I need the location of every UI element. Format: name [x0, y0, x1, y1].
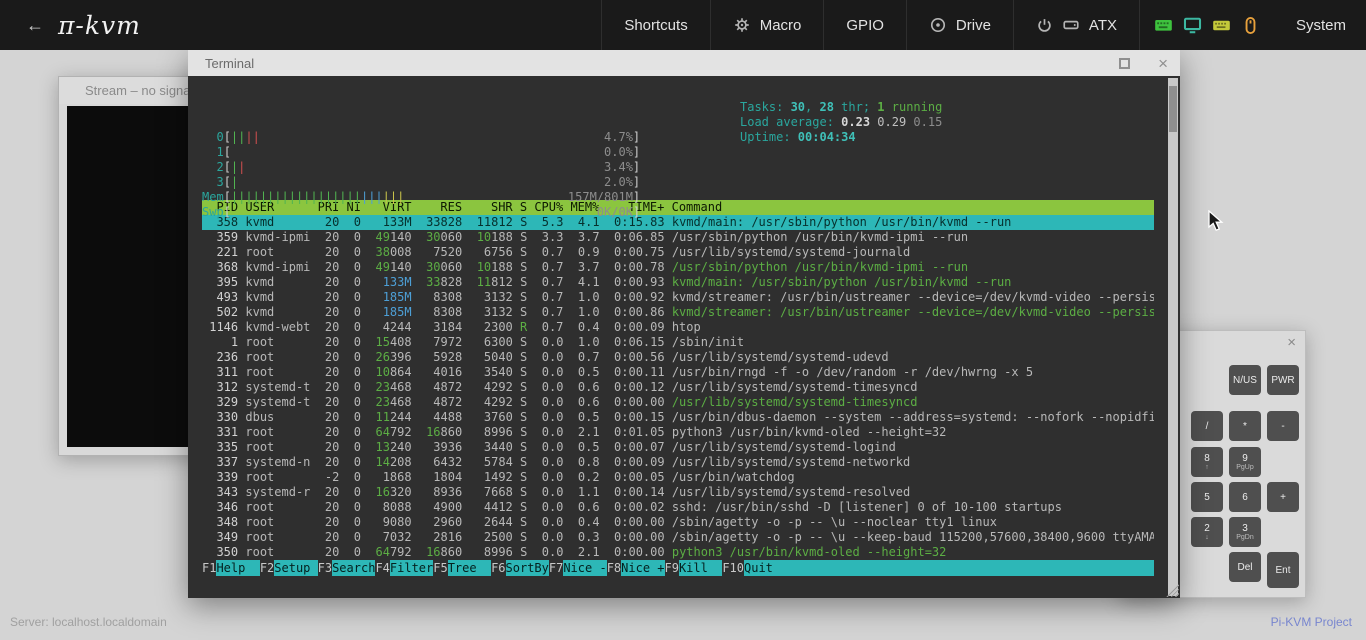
server-label: Server: localhost.localdomain [10, 615, 167, 629]
htop-header: 0[||||4.7%] 1[0.0%] 2[||3.4%] 3[|2.0%]Me… [202, 100, 1154, 190]
fkey-f6: F6 [491, 560, 505, 576]
back-arrow-icon[interactable]: ← [26, 15, 44, 36]
fkey-f8: F8 [607, 560, 621, 576]
status-indicators [1139, 0, 1274, 50]
terminal-scrollbar[interactable] [1168, 78, 1178, 596]
process-row-339: 339 root -2 0 1868 1804 1492 S 0.0 0.2 0… [202, 470, 1154, 485]
stream-window-title: Stream – no signal [85, 83, 193, 98]
keypad-key-pwr[interactable]: PWR [1267, 365, 1299, 395]
process-row-335: 335 root 20 0 13240 3936 3440 S 0.0 0.5 … [202, 440, 1154, 455]
nav-item-gpio[interactable]: GPIO [823, 0, 906, 50]
process-row-331: 331 root 20 0 64792 16860 8996 S 0.0 2.1… [202, 425, 1154, 440]
nav-label-drive: Drive [956, 17, 991, 34]
fkey-f2: F2 [260, 560, 274, 576]
process-row-343: 343 systemd-r 20 0 16320 8936 7668 S 0.0… [202, 485, 1154, 500]
keypad-key-del[interactable]: Del [1229, 552, 1261, 582]
fkey-f10: F10 [722, 560, 744, 576]
fkey-f4: F4 [375, 560, 389, 576]
process-row-337: 337 systemd-n 20 0 14208 6432 5784 S 0.0… [202, 455, 1154, 470]
htop-info-line: Uptime: 00:04:34 [740, 130, 942, 145]
nav-item-system[interactable]: System [1274, 0, 1366, 50]
process-row-349: 349 root 20 0 7032 2816 2500 S 0.0 0.3 0… [202, 530, 1154, 545]
process-row-1146: 1146 kvmd-webt 20 0 4244 3184 2300 R 0.7… [202, 320, 1154, 335]
mouse-cursor [1208, 210, 1228, 232]
fkey-f9: F9 [665, 560, 679, 576]
nav-label-macro: Macro [760, 17, 802, 34]
fkey-f5: F5 [433, 560, 447, 576]
process-row-493: 493 kvmd 20 0 185M 8308 3132 S 0.7 1.0 0… [202, 290, 1154, 305]
meter-swp: Swp[0K/0K] [202, 205, 1154, 220]
keypad-key-ent[interactable]: Ent [1267, 552, 1299, 588]
process-table-body: 358 kvmd 20 0 133M 33828 11812 S 5.3 4.1… [202, 215, 1154, 560]
keypad-key-6[interactable]: 6 [1229, 482, 1261, 512]
scrollbar-thumb[interactable] [1169, 86, 1177, 132]
process-row-346: 346 root 20 0 8088 4900 4412 S 0.0 0.6 0… [202, 500, 1154, 515]
close-icon[interactable]: × [1158, 55, 1168, 72]
htop-function-bar: F1Help F2Setup F3SearchF4FilterF5Tree F6… [202, 560, 1154, 576]
terminal-title: Terminal [205, 56, 254, 71]
keypad-key-9[interactable]: 9PgUp [1229, 447, 1261, 477]
process-row-329: 329 systemd-t 20 0 23468 4872 4292 S 0.0… [202, 395, 1154, 410]
maximize-icon[interactable] [1119, 58, 1130, 69]
keypad-key-[interactable]: * [1229, 411, 1261, 441]
htop-output: 0[||||4.7%] 1[0.0%] 2[||3.4%] 3[|2.0%]Me… [188, 76, 1180, 598]
process-row-311: 311 root 20 0 10864 4016 3540 S 0.0 0.5 … [202, 365, 1154, 380]
storage-icon [1062, 16, 1080, 34]
nav-label-atx: ATX [1089, 17, 1117, 34]
process-row-348: 348 root 20 0 9080 2960 2644 S 0.0 0.4 0… [202, 515, 1154, 530]
top-nav: ← π-kvm Shortcuts Macro GPIO Drive [0, 0, 1366, 50]
nav-menu: Shortcuts Macro GPIO Drive [601, 0, 1366, 50]
nav-left: ← π-kvm [0, 11, 141, 40]
power-icon [1036, 17, 1053, 34]
nav-item-atx[interactable]: ATX [1013, 0, 1139, 50]
htop-info-line: Load average: 0.23 0.29 0.15 [740, 115, 942, 130]
nav-item-shortcuts[interactable]: Shortcuts [601, 0, 709, 50]
keypad-key-8[interactable]: 8↑ [1191, 447, 1223, 477]
process-row-1: 1 root 20 0 15408 7972 6300 S 0.0 1.0 0:… [202, 335, 1154, 350]
terminal-window: Terminal × 0[||||4.7%] 1[0.0%] 2[||3.4%]… [188, 50, 1180, 598]
pikvm-project-link[interactable]: Pi-KVM Project [1271, 615, 1352, 629]
nav-item-macro[interactable]: Macro [710, 0, 824, 50]
meter-2: 2[||3.4%] [202, 160, 1154, 175]
keypad-key-3[interactable]: 3PgDn [1229, 517, 1261, 547]
terminal-titlebar[interactable]: Terminal × [188, 50, 1180, 76]
htop-info-line: Tasks: 30, 28 thr; 1 running [740, 100, 942, 115]
meter-mem: Mem[||||||||||||||||||||||||157M/801M] [202, 190, 1154, 205]
display-status-icon [1183, 16, 1202, 35]
meter-1: 1[0.0%] [202, 145, 1154, 160]
nav-item-drive[interactable]: Drive [906, 0, 1013, 50]
terminal-screen[interactable]: 0[||||4.7%] 1[0.0%] 2[||3.4%] 3[|2.0%]Me… [188, 76, 1180, 598]
process-row-395: 395 kvmd 20 0 133M 33828 11812 S 0.7 4.1… [202, 275, 1154, 290]
streamer-status-icon [1154, 16, 1173, 35]
keypad-key-nus[interactable]: N/US [1229, 365, 1261, 395]
nav-label-system: System [1296, 17, 1346, 34]
process-row-330: 330 dbus 20 0 11244 4488 3760 S 0.0 0.5 … [202, 410, 1154, 425]
keypad-key-[interactable]: / [1191, 411, 1223, 441]
keypad-key-5[interactable]: 5 [1191, 482, 1223, 512]
fkey-f7: F7 [549, 560, 563, 576]
app-logo[interactable]: π-kvm [58, 11, 141, 40]
keypad-key-[interactable]: + [1267, 482, 1299, 512]
nav-label-shortcuts: Shortcuts [624, 17, 687, 34]
fkey-f1: F1 [202, 560, 216, 576]
process-row-350: 350 root 20 0 64792 16860 8996 S 0.0 2.1… [202, 545, 1154, 560]
keypad-key-2[interactable]: 2↓ [1191, 517, 1223, 547]
fkey-f3: F3 [318, 560, 332, 576]
meter-3: 3[|2.0%] [202, 175, 1154, 190]
nav-label-gpio: GPIO [846, 17, 884, 34]
keypad-key-[interactable]: - [1267, 411, 1299, 441]
drive-disc-icon [929, 16, 947, 34]
process-row-236: 236 root 20 0 26396 5928 5040 S 0.0 0.7 … [202, 350, 1154, 365]
htop-info: Tasks: 30, 28 thr; 1 runningLoad average… [740, 100, 942, 145]
pikvm-app: ← π-kvm Shortcuts Macro GPIO Drive [0, 0, 1366, 640]
mouse-status-icon [1241, 16, 1260, 35]
gear-icon [733, 16, 751, 34]
meter-0: 0[||||4.7%] [202, 130, 1154, 145]
process-row-312: 312 systemd-t 20 0 23468 4872 4292 S 0.0… [202, 380, 1154, 395]
process-row-502: 502 kvmd 20 0 185M 8308 3132 S 0.7 1.0 0… [202, 305, 1154, 320]
htop-meters: 0[||||4.7%] 1[0.0%] 2[||3.4%] 3[|2.0%]Me… [202, 130, 1154, 220]
keyboard-status-icon [1212, 16, 1231, 35]
